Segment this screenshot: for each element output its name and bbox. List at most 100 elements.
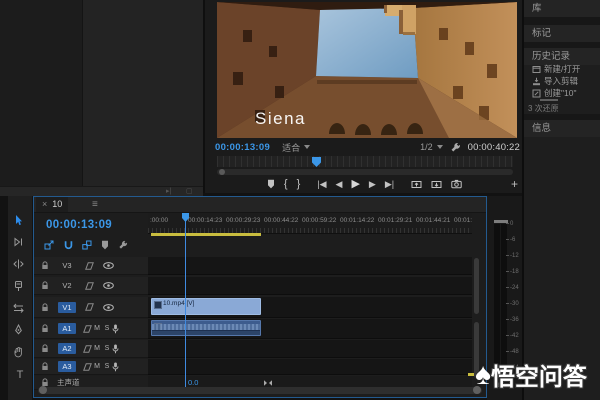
markers-panel-tab[interactable]: 标记 [524, 25, 600, 42]
sync-lock-icon[interactable] [85, 262, 94, 270]
extract-icon[interactable] [431, 179, 442, 189]
mute-button[interactable]: M [92, 345, 102, 352]
play-button[interactable]: ▶ [351, 177, 359, 191]
panel-menu-icon[interactable]: ≡ [92, 197, 98, 212]
chevron-down-icon [437, 145, 443, 149]
track-select-forward-tool[interactable] [13, 236, 27, 252]
step-back-button[interactable]: ◀ [336, 177, 343, 191]
button-editor-plus[interactable]: + [511, 177, 518, 191]
video-tracks-scrollbar[interactable] [474, 258, 479, 314]
track-lane-v2[interactable] [148, 277, 472, 295]
track-lane-a1[interactable] [148, 319, 472, 339]
sync-lock-icon[interactable] [83, 325, 92, 333]
add-marker-icon[interactable] [267, 179, 275, 189]
history-scroll-thumb[interactable] [540, 99, 558, 101]
timeline-settings-wrench-icon[interactable] [118, 240, 128, 250]
mark-in-button[interactable]: { [284, 177, 288, 191]
slip-tool[interactable] [13, 302, 27, 318]
mark-out-button[interactable]: } [297, 177, 301, 191]
lock-icon[interactable] [41, 261, 49, 270]
voiceover-mic-icon[interactable] [112, 362, 119, 372]
solo-button[interactable]: S [102, 363, 112, 370]
timeline-ruler[interactable]: :00:00 00:00:14:23 00:00:29:23 00:00:44:… [148, 213, 472, 234]
audio-clip[interactable] [151, 320, 261, 336]
step-forward-button[interactable]: ▶ [369, 177, 376, 191]
track-lane-a2[interactable] [148, 340, 472, 358]
track-lane-v1[interactable]: 10.mp4 [V] [148, 297, 472, 318]
track-target-a2[interactable]: A2 [58, 343, 76, 354]
sync-lock-icon[interactable] [85, 282, 94, 290]
timeline-tab[interactable]: × 10 [36, 197, 68, 212]
lock-icon[interactable] [41, 281, 49, 290]
program-video-viewport[interactable]: Siena [217, 2, 517, 138]
timeline-panel: × 10 ≡ 00:00:13:09 :00:00 [33, 196, 487, 398]
program-scrubber[interactable] [217, 156, 513, 167]
toggle-track-output-eye-icon[interactable] [103, 282, 114, 289]
history-item-import[interactable]: 导入剪辑 [532, 75, 600, 87]
history-item-new-open[interactable]: 新建/打开 [532, 63, 600, 75]
toggle-track-output-eye-icon[interactable] [103, 262, 114, 269]
zoom-handle-left[interactable] [39, 386, 47, 394]
track-target-v1[interactable]: V1 [58, 302, 76, 313]
toggle-track-output-eye-icon[interactable] [103, 304, 114, 311]
fit-mode-dropdown[interactable]: 适合 [282, 141, 310, 154]
selection-tool[interactable] [13, 214, 27, 230]
lock-icon[interactable] [41, 303, 49, 312]
go-to-in-button[interactable]: |◀ [317, 177, 326, 191]
voiceover-mic-icon[interactable] [112, 344, 119, 354]
program-monitor-controls: 00:00:13:09 适合 1/2 00:00:40:22 [215, 140, 520, 154]
fit-mode-value: 适合 [282, 141, 300, 154]
lock-icon[interactable] [41, 324, 49, 333]
history-item-create[interactable]: 创建"10" [532, 87, 600, 99]
lock-icon[interactable] [41, 362, 49, 371]
meter-tick: -18 [510, 269, 522, 275]
info-panel-tab[interactable]: 信息 [524, 120, 600, 137]
program-timecode[interactable]: 00:00:13:09 [215, 142, 270, 153]
razor-tool[interactable] [13, 280, 27, 296]
settings-wrench-icon[interactable] [450, 142, 461, 153]
panel-footer-play-icon[interactable]: ▸| [166, 188, 171, 196]
track-target-a1[interactable]: A1 [58, 323, 76, 334]
program-playhead[interactable] [312, 157, 321, 167]
track-header-a2: A2 M S [34, 340, 148, 358]
export-frame-camera-icon[interactable] [451, 179, 462, 189]
timeline-timecode[interactable]: 00:00:13:09 [46, 219, 112, 231]
type-tool[interactable]: T [13, 368, 27, 384]
track-lane-v3[interactable] [148, 257, 472, 275]
close-icon[interactable]: × [42, 197, 47, 212]
hand-tool[interactable] [13, 346, 27, 362]
mute-button[interactable]: M [92, 325, 102, 332]
sync-lock-icon[interactable] [83, 363, 92, 371]
collapse-track-icon[interactable] [263, 379, 273, 387]
watermark-dash [468, 373, 474, 376]
linked-selection-icon[interactable] [82, 240, 92, 250]
go-to-out-button[interactable]: ▶| [385, 177, 394, 191]
track-target-v2[interactable]: V2 [58, 280, 76, 291]
snap-magnet-icon[interactable] [63, 240, 73, 250]
video-clip[interactable]: 10.mp4 [V] [151, 298, 261, 315]
solo-button[interactable]: S [102, 345, 112, 352]
track-target-v3[interactable]: V3 [58, 260, 76, 271]
solo-button[interactable]: S [102, 325, 112, 332]
add-marker-icon[interactable] [101, 240, 109, 250]
sync-lock-icon[interactable] [85, 303, 94, 311]
timeline-playhead-line[interactable] [185, 213, 186, 387]
master-level-value[interactable]: 0.0 [188, 378, 198, 387]
voiceover-mic-icon[interactable] [112, 324, 119, 334]
panel-footer-export-icon[interactable]: ▢ [186, 188, 193, 196]
library-panel-tab[interactable]: 库 [524, 0, 600, 17]
pen-tool[interactable] [13, 324, 27, 340]
mute-button[interactable]: M [92, 363, 102, 370]
lift-icon[interactable] [411, 179, 422, 189]
track-lane-a3[interactable] [148, 359, 472, 375]
nest-toggle-icon[interactable] [44, 240, 54, 250]
sync-lock-icon[interactable] [83, 345, 92, 353]
track-target-a3[interactable]: A3 [58, 361, 76, 372]
timeline-horizontal-scrollbar[interactable] [38, 387, 482, 394]
lock-icon[interactable] [41, 344, 49, 353]
ripple-edit-tool[interactable] [13, 258, 27, 274]
program-zoom-scrollbar[interactable] [217, 169, 513, 175]
track-header-a1: A1 M S [34, 319, 148, 339]
scrollbar-knob-left[interactable] [219, 169, 225, 175]
resolution-dropdown[interactable]: 1/2 [420, 142, 443, 152]
